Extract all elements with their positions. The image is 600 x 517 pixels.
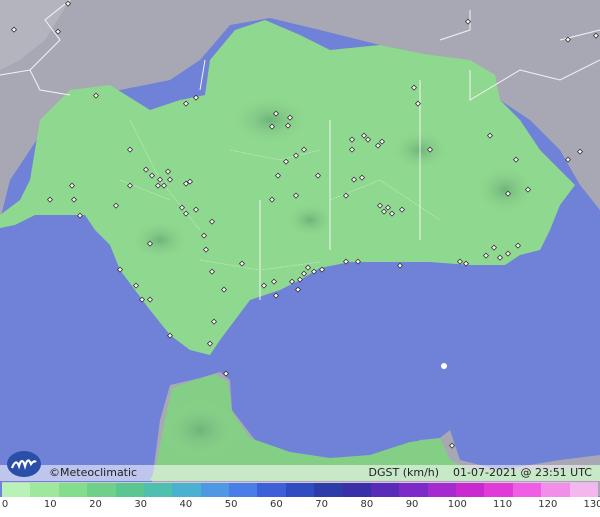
color-swatch — [541, 483, 570, 497]
shade-5 — [285, 202, 335, 238]
color-swatch — [143, 483, 173, 497]
color-scale-ticks: 0 10 20 30 40 50 60 70 80 90 100 110 120 130 — [0, 497, 600, 517]
variable-label: DGST (km/h) — [368, 466, 440, 479]
tick-label: 40 — [179, 499, 193, 510]
shade-1 — [230, 95, 310, 145]
wind-gust-map — [0, 0, 600, 496]
tick-label: 80 — [360, 499, 374, 510]
date-label: 01-07-2021 — [453, 466, 517, 479]
color-swatch — [229, 483, 258, 497]
color-swatch — [484, 483, 513, 497]
shade-6 — [160, 400, 240, 460]
tick-label: 10 — [43, 499, 57, 510]
tick-label: 70 — [315, 499, 328, 510]
tick-label: 130 — [583, 499, 600, 510]
tick-label: 110 — [492, 499, 513, 510]
time-label: 23:51 UTC — [534, 466, 592, 479]
tick-label: 0 — [1, 499, 9, 510]
color-swatch — [200, 483, 229, 497]
tick-label: 100 — [447, 499, 467, 510]
color-swatch — [342, 483, 371, 497]
color-swatch — [115, 483, 144, 497]
color-swatch — [427, 483, 456, 497]
color-swatch — [58, 483, 88, 497]
shade-4 — [130, 220, 190, 260]
color-swatch — [314, 483, 343, 497]
meteoclimatic-logo-icon — [7, 451, 41, 477]
color-swatch — [569, 483, 598, 497]
color-swatch — [512, 483, 542, 497]
map-info: DGST (km/h) 01-07-2021 @ 23:51 UTC — [369, 466, 593, 479]
color-swatch — [87, 483, 116, 497]
color-swatch — [285, 483, 315, 497]
color-swatch — [257, 483, 286, 497]
tick-label: 60 — [270, 499, 283, 510]
alboran-island — [441, 363, 447, 369]
at-symbol: @ — [520, 466, 532, 479]
color-swatch — [399, 483, 428, 497]
color-swatch — [2, 483, 31, 497]
tick-label: 50 — [224, 499, 238, 510]
color-scale-bar — [2, 482, 598, 497]
tick-label: 120 — [538, 499, 558, 510]
color-swatch — [30, 483, 59, 497]
tick-label: 90 — [405, 499, 419, 510]
brand-label: ©Meteoclimatic — [49, 466, 138, 479]
color-swatch — [456, 483, 485, 497]
color-swatch — [172, 483, 201, 497]
color-swatch — [370, 483, 400, 497]
tick-label: 30 — [134, 499, 148, 510]
tick-label: 20 — [89, 499, 102, 510]
